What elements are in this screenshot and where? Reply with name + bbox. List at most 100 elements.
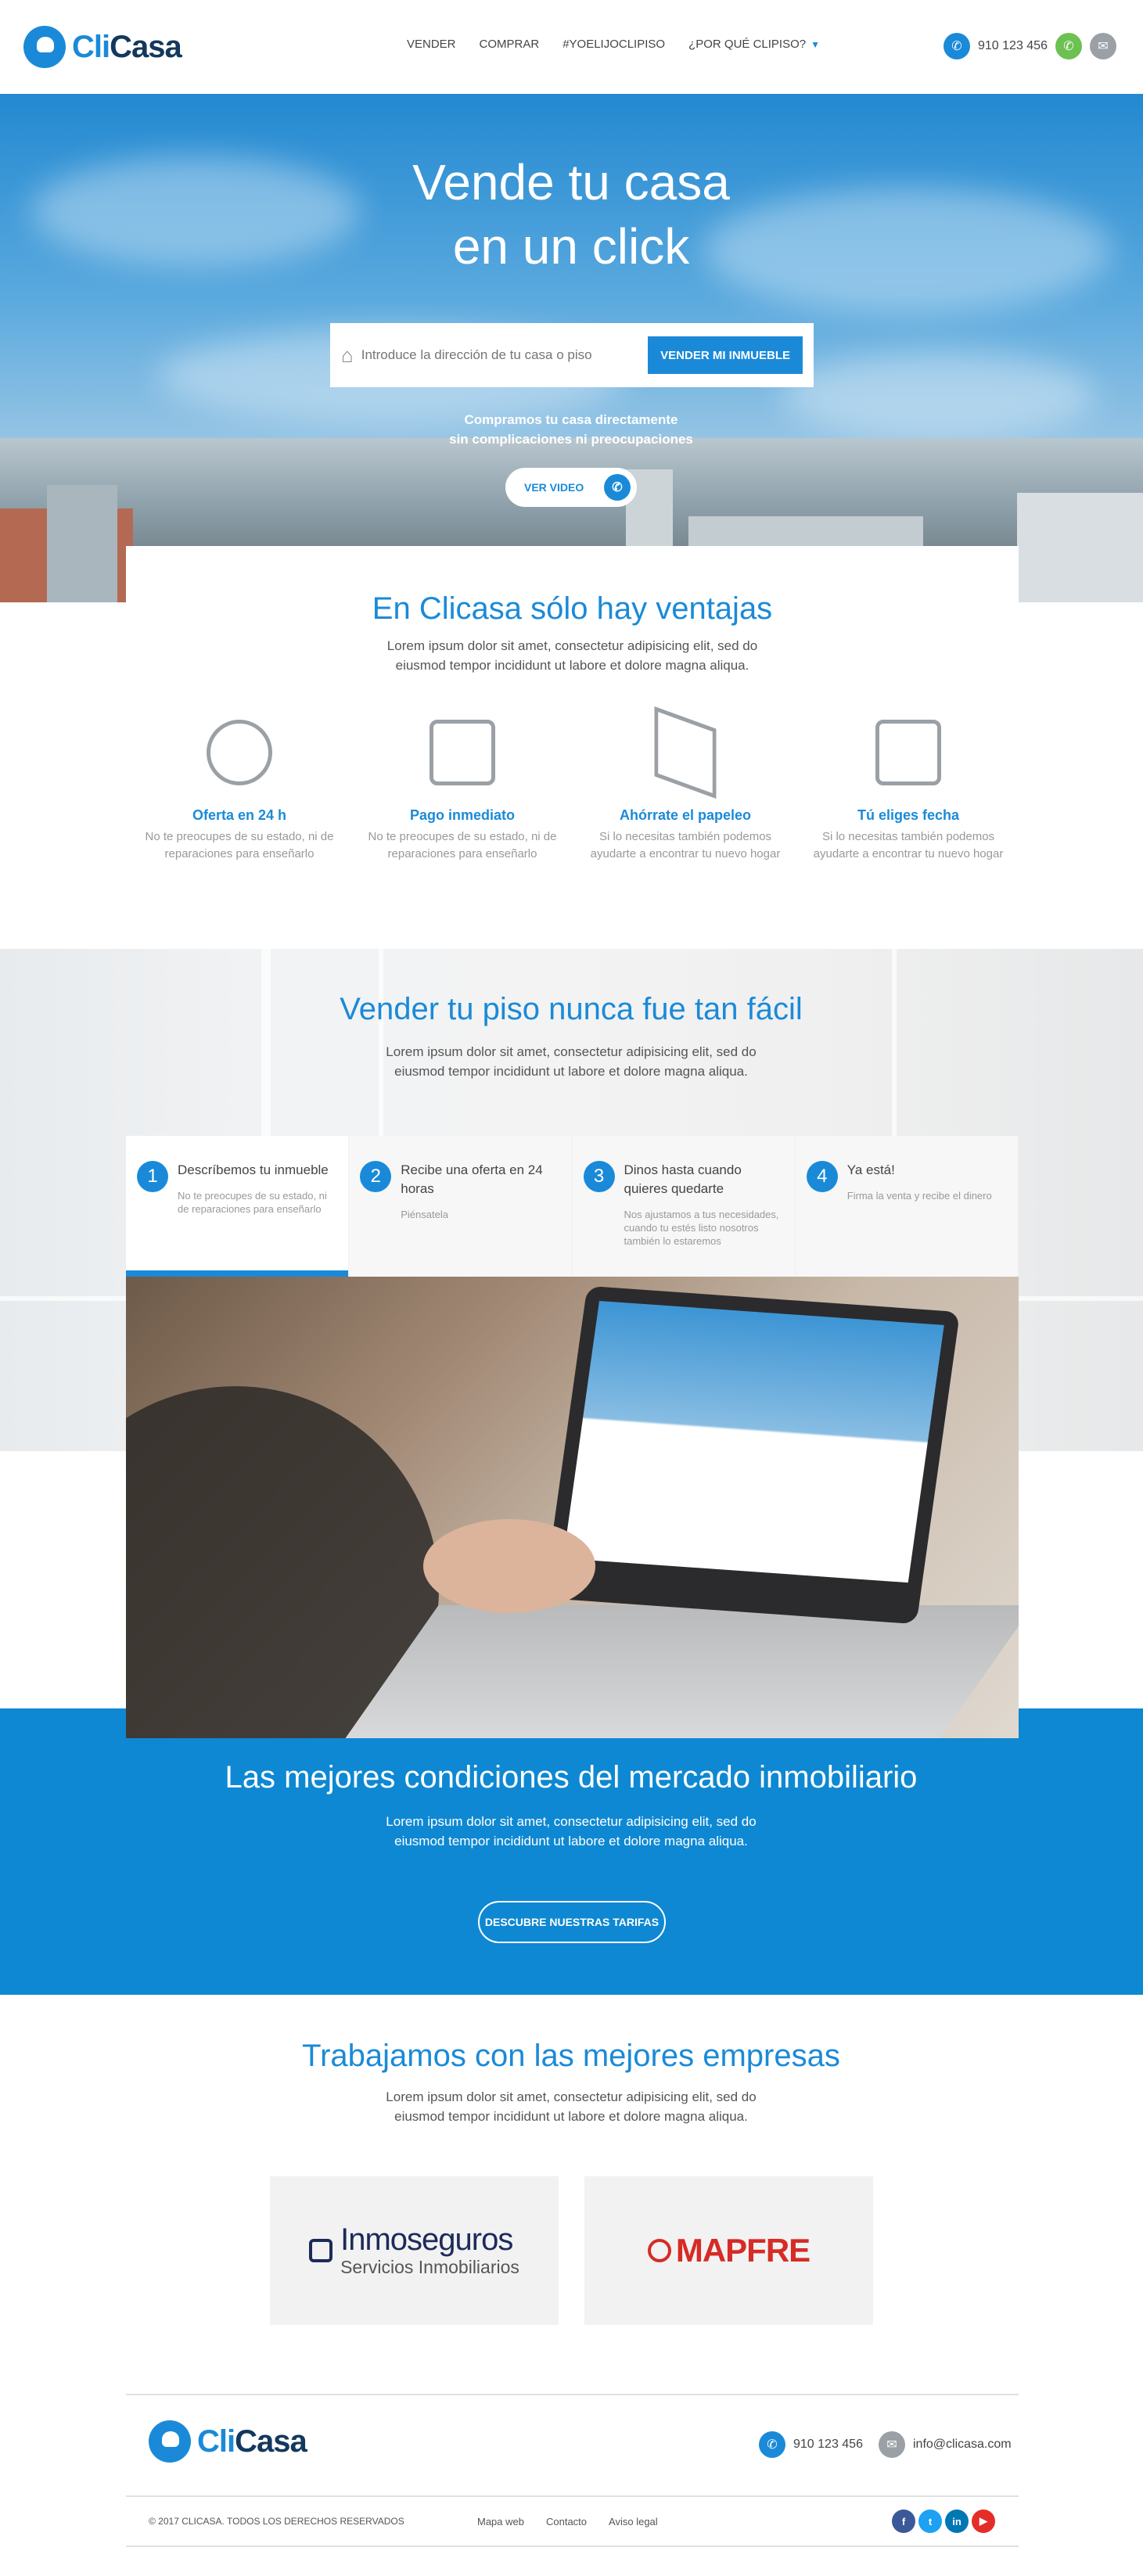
ventajas-lead-line1: Lorem ipsum dolor sit amet, consectetur …	[386, 638, 758, 653]
nav-por-que-label: ¿POR QUÉ CLIPISO?	[688, 38, 807, 51]
footer-email[interactable]: info@clicasa.com	[913, 2438, 1012, 2452]
inmoseguros-logo-icon	[309, 2239, 333, 2262]
step-number: 1	[137, 1161, 168, 1192]
condiciones-lead-line1: Lorem ipsum dolor sit amet, consectetur …	[386, 1814, 757, 1829]
step-title: Descríbemos tu inmueble	[178, 1162, 329, 1177]
ventajas-lead-line2: eiusmod tempor incididunt ut labore et d…	[395, 658, 749, 673]
chevron-down-icon: ▼	[811, 39, 821, 50]
step-number: 3	[583, 1161, 615, 1192]
step-desc: Nos ajustamos a tus necesidades, cuando …	[624, 1209, 779, 1247]
footer-link-aviso[interactable]: Aviso legal	[609, 2516, 658, 2527]
ventajas-lead: Lorem ipsum dolor sit amet, consectetur …	[126, 636, 1019, 675]
step-title: Ya está!	[846, 1162, 895, 1177]
footer-divider-top	[126, 2394, 1019, 2395]
partner-inmoseguros[interactable]: Inmoseguros Servicios Inmobiliarios	[270, 2176, 559, 2325]
ver-video-label: VER VIDEO	[524, 481, 584, 494]
mail-icon[interactable]: ✉	[878, 2431, 905, 2458]
house-logo-icon	[149, 2420, 191, 2463]
hero-title-line2: en un click	[452, 218, 690, 275]
twitter-icon[interactable]: t	[918, 2510, 942, 2533]
feature-title: Ahórrate el papeleo	[619, 807, 752, 823]
logo[interactable]: CliCasa	[23, 25, 182, 69]
laptop-photo	[126, 1277, 1019, 1738]
whatsapp-icon[interactable]: ✆	[1055, 33, 1082, 59]
feature-fecha: Tú eliges fecha Si lo necesitas también …	[811, 720, 1006, 863]
step-desc: Piénsatela	[401, 1209, 448, 1220]
empresas-title: Trabajamos con las mejores empresas	[302, 2039, 840, 2073]
footer-contact: ✆ 910 123 456 ✉ info@clicasa.com	[759, 2431, 1012, 2458]
empresas-lead-line2: eiusmod tempor incididunt ut labore et d…	[394, 2109, 748, 2124]
nav-comprar[interactable]: COMPRAR	[480, 38, 540, 51]
step-number: 2	[360, 1161, 392, 1192]
feature-title: Oferta en 24 h	[192, 807, 287, 823]
feature-desc: Si lo necesitas también podemos ayudarte…	[813, 830, 1004, 860]
header-contact: ✆ 910 123 456 ✆ ✉	[944, 33, 1116, 59]
feature-desc: No te preocupes de su estado, ni de repa…	[145, 830, 334, 860]
hero-title-line1: Vende tu casa	[412, 154, 730, 210]
footer-divider-bottom	[126, 2545, 1019, 2547]
condiciones-lead: Lorem ipsum dolor sit amet, consectetur …	[336, 1812, 806, 1851]
step-2[interactable]: 2 Recibe una oferta en 24 horas Piénsatel…	[349, 1136, 573, 1277]
ver-video-button[interactable]: VER VIDEO ✆	[505, 468, 637, 507]
mail-icon[interactable]: ✉	[1089, 33, 1116, 59]
nav-yoelijoclipiso[interactable]: #YOELIJOCLIPISO	[563, 38, 665, 51]
ventajas-title: En Clicasa sólo hay ventajas	[372, 591, 773, 626]
site-header: CliCasa VENDER COMPRAR #YOELIJOCLIPISO ¿…	[0, 0, 1143, 94]
feature-oferta: Oferta en 24 h No te preocupes de su est…	[142, 720, 337, 863]
hand	[423, 1519, 595, 1613]
footer-logo[interactable]: CliCasa	[149, 2420, 307, 2463]
feature-desc: Si lo necesitas también podemos ayudarte…	[590, 830, 781, 860]
copyright: © 2017 CLICASA. TODOS LOS DERECHOS RESER…	[149, 2516, 404, 2527]
house-logo-icon	[23, 26, 66, 68]
partner-mapfre[interactable]: MAPFRE	[584, 2176, 873, 2325]
partner-name: Inmoseguros	[340, 2222, 513, 2257]
phone-icon[interactable]: ✆	[944, 33, 970, 59]
step-title: Recibe una oferta en 24 horas	[401, 1162, 543, 1196]
footer-link-mapa[interactable]: Mapa web	[477, 2516, 524, 2527]
feature-title: Tú eliges fecha	[857, 807, 960, 823]
step-desc: Firma la venta y recibe el dinero	[846, 1190, 992, 1202]
address-form: ⌂ VENDER MI INMUEBLE	[330, 323, 814, 387]
youtube-icon[interactable]: ▶	[972, 2510, 995, 2533]
partner-tagline: Servicios Inmobiliarios	[340, 2256, 519, 2277]
clock-icon	[207, 720, 272, 785]
condiciones-lead-line2: eiusmod tempor incididunt ut labore et d…	[394, 1834, 748, 1848]
vender-mi-inmueble-button[interactable]: VENDER MI INMUEBLE	[648, 336, 803, 374]
main-nav: VENDER COMPRAR #YOELIJOCLIPISO ¿POR QUÉ …	[407, 38, 820, 51]
logo-text: CliCasa	[197, 2423, 307, 2459]
calendar-check-icon	[875, 720, 941, 785]
laptop-screen-frame	[543, 1285, 961, 1625]
step-4[interactable]: 4 Ya está! Firma la venta y recibe el din…	[795, 1136, 1019, 1277]
hero-sub-line2: sin complicaciones ni preocupaciones	[449, 432, 693, 447]
condiciones-section	[0, 1708, 1143, 1995]
empresas-lead: Lorem ipsum dolor sit amet, consectetur …	[336, 2087, 806, 2126]
footer-link-contacto[interactable]: Contacto	[546, 2516, 587, 2527]
footer-phone[interactable]: 910 123 456	[793, 2438, 863, 2452]
footer-links: Mapa web Contacto Aviso legal	[477, 2516, 658, 2527]
nav-por-que-clipiso[interactable]: ¿POR QUÉ CLIPISO? ▼	[688, 38, 820, 51]
feature-title: Pago inmediato	[409, 807, 515, 823]
paper-plane-icon	[654, 706, 717, 799]
header-phone[interactable]: 910 123 456	[978, 39, 1048, 53]
step-number: 4	[806, 1161, 838, 1192]
step-desc: No te preocupes de su estado, ni de repa…	[178, 1190, 327, 1215]
step-title: Dinos hasta cuando quieres quedarte	[624, 1162, 742, 1196]
steps-title: Vender tu piso nunca fue tan fácil	[340, 992, 803, 1026]
mapfre-logo-icon	[647, 2239, 671, 2262]
phone-icon[interactable]: ✆	[759, 2431, 785, 2458]
wallet-icon	[430, 720, 495, 785]
descubre-tarifas-button[interactable]: DESCUBRE NUESTRAS TARIFAS	[478, 1901, 666, 1943]
linkedin-icon[interactable]: in	[945, 2510, 969, 2533]
steps-lead: Lorem ipsum dolor sit amet, consectetur …	[386, 1044, 757, 1079]
logo-text: CliCasa	[72, 29, 182, 64]
partner-name: MAPFRE	[675, 2232, 811, 2269]
hero-subtitle: Compramos tu casa directamente sin compl…	[336, 410, 806, 449]
home-icon: ⌂	[341, 343, 354, 367]
facebook-icon[interactable]: f	[892, 2510, 915, 2533]
step-3[interactable]: 3 Dinos hasta cuando quieres quedarte Nos…	[572, 1136, 796, 1277]
address-input[interactable]	[361, 347, 649, 363]
step-1[interactable]: 1 Descríbemos tu inmueble No te preocupes…	[126, 1136, 350, 1277]
nav-vender[interactable]: VENDER	[407, 38, 456, 51]
footer-divider-mid	[126, 2495, 1019, 2497]
steps-tabs: 1 Descríbemos tu inmueble No te preocupes…	[126, 1136, 1019, 1277]
